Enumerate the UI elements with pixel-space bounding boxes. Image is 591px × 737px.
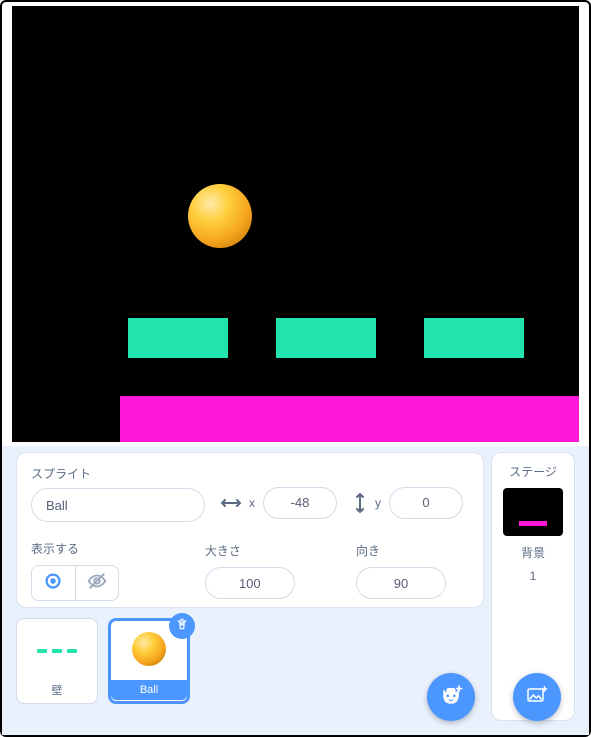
stage-block — [424, 318, 524, 358]
ball-thumb-icon — [132, 632, 166, 666]
delete-sprite-button[interactable] — [169, 613, 195, 639]
h-arrows-icon — [221, 496, 241, 510]
lower-panel: スプライト x y — [2, 446, 589, 735]
sprite-info-panel: スプライト x y — [16, 452, 484, 608]
size-label: 大きさ — [205, 542, 241, 559]
add-backdrop-button[interactable] — [513, 673, 561, 721]
stage-sprite-ball — [188, 184, 252, 248]
direction-label: 向き — [356, 542, 380, 559]
sprite-thumb-wall — [17, 624, 97, 678]
stage-floor — [120, 396, 579, 442]
sprite-tile-ball[interactable]: Ball — [108, 618, 190, 704]
v-arrows-icon — [353, 493, 367, 513]
direction-input[interactable] — [356, 567, 446, 599]
show-button[interactable] — [32, 566, 75, 600]
visibility-toggle — [31, 565, 119, 601]
add-sprite-button[interactable] — [427, 673, 475, 721]
image-plus-icon — [525, 683, 549, 712]
sprite-tile-label: Ball — [111, 680, 187, 700]
stage-preview[interactable] — [12, 6, 579, 442]
y-label: y — [375, 496, 381, 510]
show-label: 表示する — [31, 540, 195, 557]
stage-header: ステージ — [509, 463, 557, 480]
sprite-tile-wall[interactable]: 壁 — [16, 618, 98, 704]
stage-block — [276, 318, 376, 358]
wall-dashes-icon — [37, 649, 77, 653]
trash-icon — [175, 617, 189, 636]
x-input[interactable] — [263, 487, 337, 519]
cat-plus-icon — [438, 682, 464, 713]
sprite-list: 壁 Ball — [16, 614, 484, 726]
y-input[interactable] — [389, 487, 463, 519]
backdrop-count: 1 — [530, 569, 537, 583]
size-input[interactable] — [205, 567, 295, 599]
sprite-label: スプライト — [31, 465, 205, 482]
stage-preview-container — [12, 6, 579, 442]
eye-icon — [42, 570, 64, 597]
sprite-info-row-1: スプライト x y — [31, 465, 469, 522]
eye-off-icon — [86, 570, 108, 597]
hide-button[interactable] — [75, 566, 119, 600]
sprite-tile-label: 壁 — [52, 682, 63, 698]
stage-block — [128, 318, 228, 358]
x-label: x — [249, 496, 255, 510]
sprite-info-row-2: 表示する — [31, 540, 469, 601]
backdrops-label: 背景 — [521, 544, 545, 561]
sprite-name-input[interactable] — [31, 488, 205, 522]
backdrop-thumbnail[interactable] — [503, 488, 563, 536]
app-frame: スプライト x y — [0, 0, 591, 737]
